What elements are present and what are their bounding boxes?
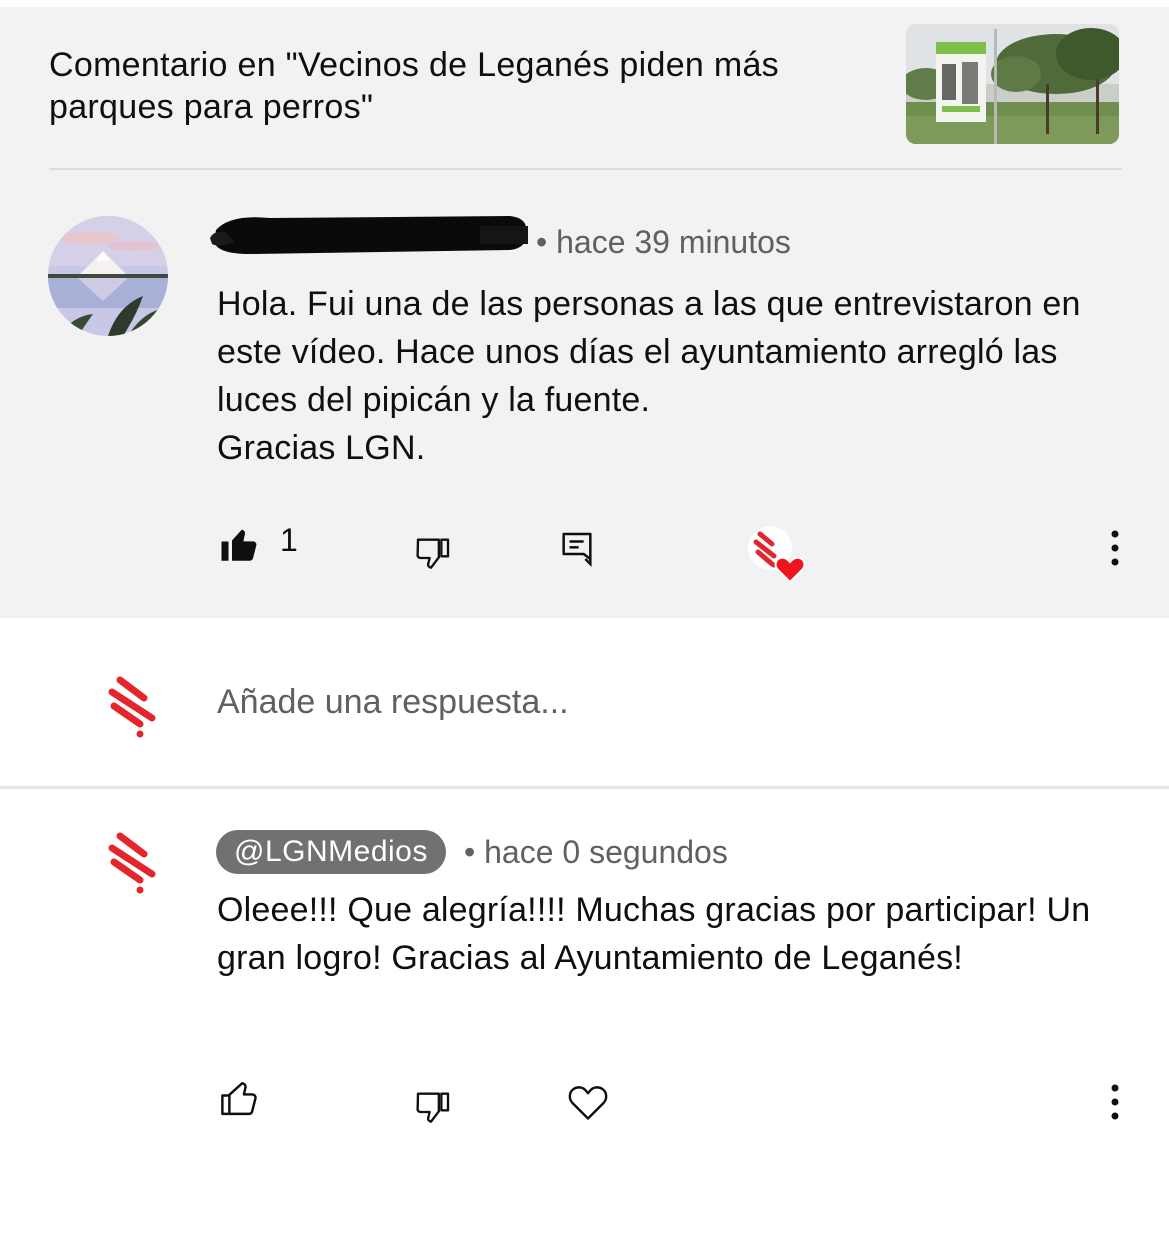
thumbs-up-filled-icon bbox=[221, 529, 257, 561]
lgn-logo-icon bbox=[108, 676, 156, 738]
reply-button[interactable] bbox=[554, 526, 600, 572]
thumbs-down-outline-icon bbox=[416, 538, 450, 569]
heart-outline-icon bbox=[568, 1086, 608, 1120]
commenter-avatar[interactable] bbox=[48, 216, 168, 336]
reply-more-options-button[interactable] bbox=[1100, 1078, 1130, 1126]
reply-author-avatar[interactable] bbox=[104, 828, 164, 894]
reply-input[interactable]: Añade una respuesta... bbox=[217, 680, 569, 724]
thumbs-up-outline-icon bbox=[221, 1082, 257, 1116]
reply-timestamp: • hace 0 segundos bbox=[464, 834, 728, 870]
creator-heart-icon bbox=[748, 526, 806, 584]
more-vertical-icon bbox=[1111, 530, 1119, 566]
video-thumbnail[interactable] bbox=[906, 24, 1119, 144]
lgn-logo-icon bbox=[108, 832, 156, 894]
park-thumbnail-icon bbox=[906, 24, 1119, 144]
comment-timestamp: • hace 39 minutos bbox=[536, 224, 791, 260]
landscape-avatar-icon bbox=[48, 216, 168, 336]
like-count: 1 bbox=[280, 522, 298, 558]
comment-text: Hola. Fui una de las personas a las que … bbox=[217, 285, 1081, 467]
current-user-avatar bbox=[104, 672, 164, 738]
reply-input-row bbox=[0, 618, 1169, 788]
redacted-username bbox=[210, 208, 530, 260]
reply-like-button[interactable] bbox=[216, 1076, 262, 1122]
reply-divider bbox=[0, 786, 1169, 789]
thumbs-down-outline-icon bbox=[416, 1092, 450, 1123]
reply-text: Oleee!!! Que alegría!!!! Muchas gracias … bbox=[217, 891, 1091, 977]
top-strip bbox=[0, 0, 1169, 7]
reply-heart-button[interactable] bbox=[564, 1078, 612, 1126]
like-button[interactable] bbox=[216, 522, 262, 568]
reply-author-handle[interactable]: @LGNMedios bbox=[216, 830, 446, 874]
more-vertical-icon bbox=[1111, 1084, 1119, 1120]
dislike-button[interactable] bbox=[410, 530, 456, 576]
creator-heart-badge[interactable] bbox=[744, 522, 810, 586]
video-title[interactable]: Comentario en "Vecinos de Leganés piden … bbox=[49, 44, 869, 128]
reply-icon bbox=[562, 532, 592, 568]
more-options-button[interactable] bbox=[1100, 524, 1130, 572]
header-divider bbox=[49, 168, 1122, 170]
reply-dislike-button[interactable] bbox=[410, 1084, 456, 1130]
